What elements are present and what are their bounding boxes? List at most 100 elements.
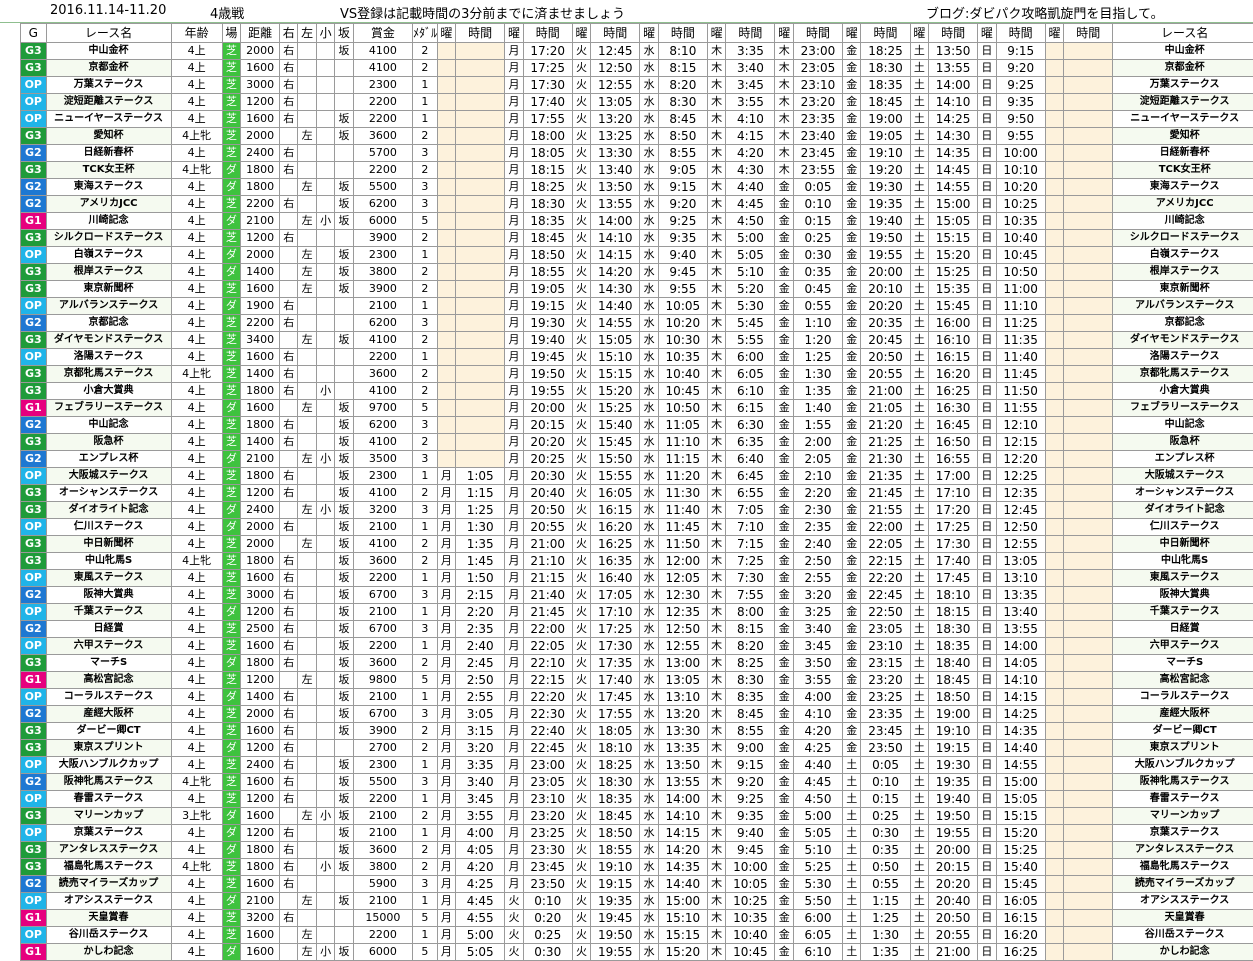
weekday-cell: 金: [774, 195, 794, 213]
weekday-cell: 月: [436, 892, 457, 910]
time-cell: 19:30: [522, 314, 573, 332]
race-name-right: かしわ記念: [1112, 943, 1253, 961]
prize-money: 2300: [352, 76, 414, 94]
weekday-cell: 木: [706, 229, 727, 247]
weekday-cell: 土: [909, 569, 930, 587]
time-cell: 21:20: [860, 416, 911, 434]
column-header: 年齢: [170, 23, 223, 43]
weekday-cell: 金: [842, 348, 862, 366]
surface: 芝: [221, 586, 242, 604]
turn-left: [297, 739, 317, 757]
small-track: [315, 263, 336, 281]
time-cell: 12:50: [590, 59, 641, 77]
turn-right: [279, 263, 299, 281]
time-cell: 9:35: [995, 93, 1046, 111]
table-row: G3 福島牝馬ステークス 4上牝芝 1800 右小坂 3800 2 月 4:20 月 23:45 火 1…: [20, 858, 1253, 876]
slope: 坂: [334, 858, 354, 876]
weekday-cell: 月: [436, 807, 457, 825]
time-cell: 18:10: [590, 739, 641, 757]
medal-count: 1: [412, 603, 438, 621]
time-cell: 2:40: [792, 535, 844, 553]
time-cell: 11:55: [995, 399, 1046, 417]
race-name-right: ダイオライト記念: [1112, 501, 1253, 519]
time-cell: 0:50: [860, 858, 911, 876]
weekday-cell: 金: [774, 484, 794, 502]
weekday-cell: 火: [571, 484, 592, 502]
time-cell: 15:05: [590, 331, 641, 349]
table-header-row: G レース名 年齢場距離右左小坂賞金 ﾒﾀﾞﾙ曜時間曜時間曜時間曜時間曜時間曜時間曜時…: [20, 23, 1253, 43]
race-name-right: オーシャンステークス: [1112, 484, 1253, 502]
surface: 芝: [221, 416, 242, 434]
time-cell: 12:15: [995, 433, 1046, 451]
turn-right: 右: [279, 314, 299, 332]
weekday-cell: 火: [571, 688, 592, 706]
time-cell: [1063, 76, 1114, 94]
time-cell: 13:35: [995, 586, 1046, 604]
time-cell: 0:20: [522, 909, 573, 927]
weekday-cell: 土: [909, 229, 930, 247]
time-cell: 14:40: [995, 739, 1046, 757]
grade-badge: G3: [20, 229, 47, 247]
weekday-cell: 日: [977, 42, 997, 60]
time-cell: 1:25: [860, 909, 911, 927]
weekday-cell: [1044, 943, 1065, 961]
small-track: [315, 416, 336, 434]
medal-count: 1: [412, 93, 438, 111]
weekday-cell: 木: [706, 671, 727, 689]
weekday-cell: 木: [706, 739, 727, 757]
weekday-cell: 水: [639, 756, 659, 774]
medal-count: 5: [412, 909, 438, 927]
weekday-cell: 火: [571, 824, 592, 842]
time-cell: 20:25: [522, 450, 573, 468]
time-cell: 19:50: [928, 807, 979, 825]
weekday-cell: 火: [571, 807, 592, 825]
weekday-cell: 月: [504, 518, 524, 536]
time-cell: [1063, 620, 1114, 638]
turn-left: [297, 858, 317, 876]
weekday-cell: 木: [706, 518, 727, 536]
weekday-cell: 月: [504, 42, 524, 60]
small-track: 小: [315, 382, 336, 400]
age-class: 4上牝: [170, 858, 223, 876]
time-cell: [1063, 263, 1114, 281]
weekday-cell: 土: [909, 280, 930, 298]
surface: ダ: [221, 654, 242, 672]
weekday-cell: 土: [909, 331, 930, 349]
weekday-cell: 土: [909, 59, 930, 77]
weekday-cell: 日: [977, 161, 997, 179]
time-cell: 5:20: [725, 280, 776, 298]
medal-count: 3: [412, 195, 438, 213]
time-cell: 11:05: [657, 416, 708, 434]
time-cell: [455, 263, 506, 281]
time-cell: 4:20: [455, 858, 506, 876]
weekday-cell: [1044, 535, 1065, 553]
prize-money: 2200: [352, 569, 414, 587]
distance: 1600: [240, 875, 281, 893]
grade-badge: G2: [20, 586, 47, 604]
weekday-cell: [436, 110, 457, 128]
prize-money: 2100: [352, 824, 414, 842]
surface: 芝: [221, 59, 242, 77]
slope: 坂: [334, 467, 354, 485]
medal-count: 2: [412, 229, 438, 247]
slope: [334, 161, 354, 179]
time-cell: 13:55: [995, 620, 1046, 638]
weekday-cell: 金: [774, 467, 794, 485]
time-cell: 15:10: [590, 348, 641, 366]
turn-right: 右: [279, 365, 299, 383]
weekday-cell: 水: [639, 416, 659, 434]
weekday-cell: 金: [774, 331, 794, 349]
small-track: [315, 926, 336, 944]
small-track: [315, 297, 336, 315]
age-class: 4上: [170, 212, 223, 230]
weekday-cell: 金: [774, 178, 794, 196]
time-cell: [455, 246, 506, 264]
surface: 芝: [221, 552, 242, 570]
time-cell: 2:10: [792, 467, 844, 485]
blog-title: ブログ:ダビパク攻略凱旋門を目指して。: [926, 7, 1164, 22]
surface: ダ: [221, 297, 242, 315]
time-cell: 13:50: [590, 178, 641, 196]
weekday-cell: 金: [842, 535, 862, 553]
time-cell: 8:45: [657, 110, 708, 128]
medal-count: 1: [412, 467, 438, 485]
